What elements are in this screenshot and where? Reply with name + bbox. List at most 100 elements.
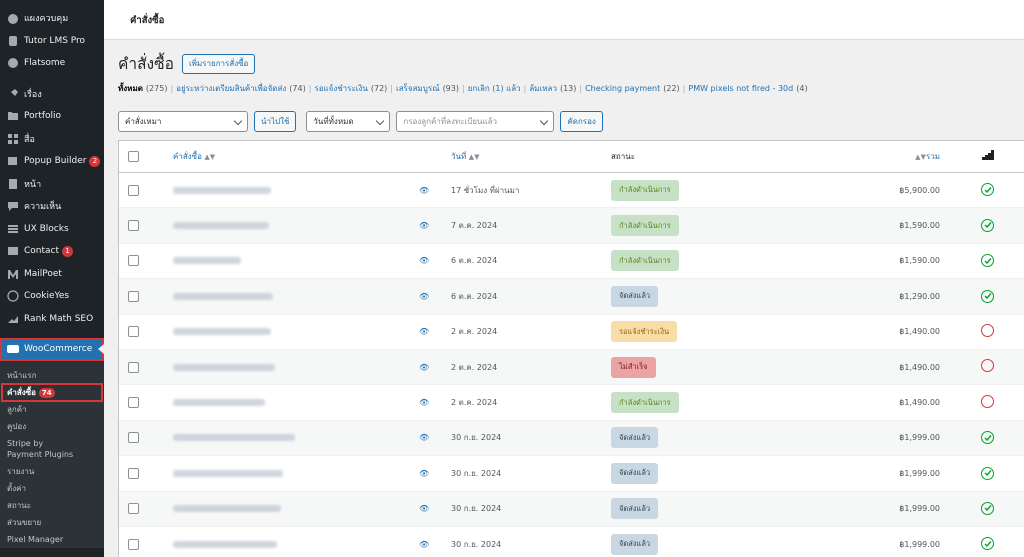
preview-eye-icon[interactable]: 👁︎ <box>419 256 429 265</box>
chevron-down-icon <box>233 116 243 126</box>
order-date: 2 ต.ค. 2024 <box>451 398 498 408</box>
filter-button[interactable]: คัดกรอง <box>560 111 603 132</box>
check-circle-icon <box>981 537 994 551</box>
submenu-item-8[interactable]: สถานะ <box>0 497 104 514</box>
sidebar-item-woocommerce[interactable]: WooCommerce <box>0 338 104 361</box>
column-header-order[interactable]: คำสั่งซื้อ ▲︎▼︎ <box>173 150 215 163</box>
submenu-item-1[interactable]: คำสั่งซื้อ 74 <box>1 382 103 402</box>
row-checkbox[interactable] <box>128 326 139 338</box>
order-number-redacted[interactable] <box>173 257 241 265</box>
sidebar-item-rank-math-seo[interactable]: Rank Math SEO <box>0 308 104 331</box>
table-row[interactable]: 👁︎ 30 ก.ย. 2024 จัดส่งแล้ว ฿1,999.00 <box>119 527 1024 557</box>
status-filter-link[interactable]: รอแจ้งชำระเงิน <box>314 84 367 93</box>
column-header-total[interactable]: ▲︎▼︎รวม <box>915 150 940 163</box>
order-number-redacted[interactable] <box>173 399 265 407</box>
submenu-item-6[interactable]: รายงาน <box>0 463 104 480</box>
sidebar-item-mailpoet[interactable]: MailPoet <box>0 263 104 286</box>
table-row[interactable]: 👁︎ 30 ก.ย. 2024 จัดส่งแล้ว ฿1,999.00 <box>119 420 1024 457</box>
row-checkbox[interactable] <box>128 538 139 550</box>
preview-eye-icon[interactable]: 👁︎ <box>419 504 429 513</box>
preview-eye-icon[interactable]: 👁︎ <box>419 327 429 336</box>
apply-button[interactable]: นำไปใช้ <box>254 111 297 132</box>
sidebar-item-0[interactable]: แผงควบคุม <box>0 7 104 30</box>
status-label: รอแจ้งชำระเงิน <box>611 321 678 343</box>
preview-eye-icon[interactable]: 👁︎ <box>419 540 429 549</box>
select-all-checkbox[interactable] <box>128 151 139 162</box>
preview-eye-icon[interactable]: 👁︎ <box>419 186 429 195</box>
row-checkbox[interactable] <box>128 503 139 515</box>
column-header-date[interactable]: วันที่ ▲︎▼︎ <box>451 150 480 163</box>
table-row[interactable]: 👁︎ 6 ต.ค. 2024 จัดส่งแล้ว ฿1,290.00 <box>119 279 1024 315</box>
table-row[interactable]: 👁︎ 6 ต.ค. 2024 กำลังดำเนินการ ฿1,590.00 <box>119 244 1024 280</box>
notification-badge: 2 <box>89 155 101 167</box>
submenu-item-4[interactable]: Stripe by <box>0 435 104 449</box>
table-row[interactable]: 👁︎ 2 ต.ค. 2024 กำลังดำเนินการ ฿1,490.00 <box>119 385 1024 421</box>
table-row[interactable]: 👁︎ 30 ก.ย. 2024 จัดส่งแล้ว ฿1,999.00 <box>119 491 1024 527</box>
submenu-item-0[interactable]: หน้าแรก <box>0 367 104 384</box>
order-total: ฿1,590.00 <box>899 256 940 266</box>
order-number-redacted[interactable] <box>173 434 295 442</box>
rankmath-icon <box>6 312 19 325</box>
pixel-status <box>981 431 994 445</box>
status-filter-link[interactable]: PMW pixels not fired - 30d <box>688 84 793 93</box>
sidebar-item-contact[interactable]: Contact 1 <box>0 240 104 263</box>
table-row[interactable]: 👁︎ 2 ต.ค. 2024 ไม่สำเร็จ ฿1,490.00 <box>119 349 1024 386</box>
submenu-item-label: ส่วนขยาย <box>7 517 42 527</box>
sidebar-item-popup-builder[interactable]: Popup Builder 2 <box>0 150 104 173</box>
submenu-item-5[interactable]: Payment Plugins <box>0 449 104 463</box>
preview-eye-icon[interactable]: 👁︎ <box>419 221 429 230</box>
sidebar-item-5[interactable]: สื่อ <box>0 128 104 151</box>
row-checkbox[interactable] <box>128 432 139 444</box>
submenu-item-10[interactable]: Pixel Manager <box>0 531 104 548</box>
order-number-redacted[interactable] <box>173 540 277 548</box>
tutor-icon <box>6 34 19 47</box>
preview-eye-icon[interactable]: 👁︎ <box>419 398 429 407</box>
table-row[interactable]: 👁︎ 7 ต.ค. 2024 กำลังดำเนินการ ฿1,590.00 <box>119 208 1024 244</box>
sidebar-item-7[interactable]: หน้า <box>0 173 104 196</box>
customer-filter-select[interactable]: กรองลูกค้าที่ลงทะเบียนแล้ว <box>396 111 555 132</box>
sidebar-item-flatsome[interactable]: Flatsome <box>0 52 104 75</box>
preview-eye-icon[interactable]: 👁︎ <box>419 469 429 478</box>
status-filter-link[interactable]: ทั้งหมด <box>118 84 143 93</box>
sidebar-item-ux-blocks[interactable]: UX Blocks <box>0 218 104 241</box>
add-order-button[interactable]: เพิ่มรายการสั่งซื้อ <box>181 53 256 74</box>
order-number-redacted[interactable] <box>173 363 275 371</box>
submenu-item-3[interactable]: คูปอง <box>0 418 104 435</box>
order-number-redacted[interactable] <box>173 505 281 513</box>
submenu-item-9[interactable]: ส่วนขยาย <box>0 514 104 531</box>
submenu-item-7[interactable]: ตั้งค่า <box>0 480 104 497</box>
sidebar-item-cookieyes[interactable]: CookieYes <box>0 285 104 308</box>
sidebar-item-tutor-lms-pro[interactable]: Tutor LMS Pro <box>0 30 104 53</box>
preview-eye-icon[interactable]: 👁︎ <box>419 433 429 442</box>
preview-eye-icon[interactable]: 👁︎ <box>419 363 429 372</box>
row-checkbox[interactable] <box>128 397 139 409</box>
status-filter-link[interactable]: Checking payment <box>585 84 660 93</box>
preview-eye-icon[interactable]: 👁︎ <box>419 292 429 301</box>
order-number-redacted[interactable] <box>173 222 269 230</box>
sidebar-item-3[interactable]: เรื่อง <box>0 83 104 106</box>
order-number-redacted[interactable] <box>173 186 271 194</box>
sidebar-item-8[interactable]: ความเห็น <box>0 195 104 218</box>
status-filter-link[interactable]: ล้มเหลว <box>529 84 557 93</box>
table-row[interactable]: 👁︎ 2 ต.ค. 2024 รอแจ้งชำระเงิน ฿1,490.00 <box>119 315 1024 350</box>
table-row[interactable]: 👁︎ 30 ก.ย. 2024 จัดส่งแล้ว ฿1,999.00 <box>119 456 1024 492</box>
row-checkbox[interactable] <box>128 255 139 267</box>
row-checkbox[interactable] <box>128 290 139 302</box>
order-number-redacted[interactable] <box>173 328 271 336</box>
order-number-redacted[interactable] <box>173 292 273 300</box>
row-checkbox[interactable] <box>128 467 139 479</box>
date-filter-select[interactable]: วันที่ทั้งหมด <box>306 111 391 132</box>
table-row[interactable]: 👁︎ 17 ชั่วโมง ที่ผ่านมา กำลังดำเนินการ ฿5,9… <box>119 173 1024 209</box>
submenu-item-2[interactable]: ลูกค้า <box>0 401 104 418</box>
row-checkbox[interactable] <box>128 184 139 196</box>
bulk-action-select[interactable]: คำสั่งเหมา <box>118 111 248 132</box>
sidebar-item-portfolio[interactable]: Portfolio <box>0 105 104 128</box>
status-filter-link[interactable]: เสร็จสมบูรณ์ <box>396 84 440 93</box>
status-filter-link[interactable]: อยู่ระหว่างเตรียมสินค้าเพื่อจัดส่ง <box>176 84 286 93</box>
row-checkbox[interactable] <box>128 361 139 373</box>
order-number-redacted[interactable] <box>173 469 283 477</box>
status-filter-link[interactable]: ยกเลิก (1) แล้ว <box>468 84 521 93</box>
row-checkbox[interactable] <box>128 220 139 232</box>
order-date: 30 ก.ย. 2024 <box>451 504 502 514</box>
sidebar-item-label: WooCommerce <box>24 344 93 355</box>
